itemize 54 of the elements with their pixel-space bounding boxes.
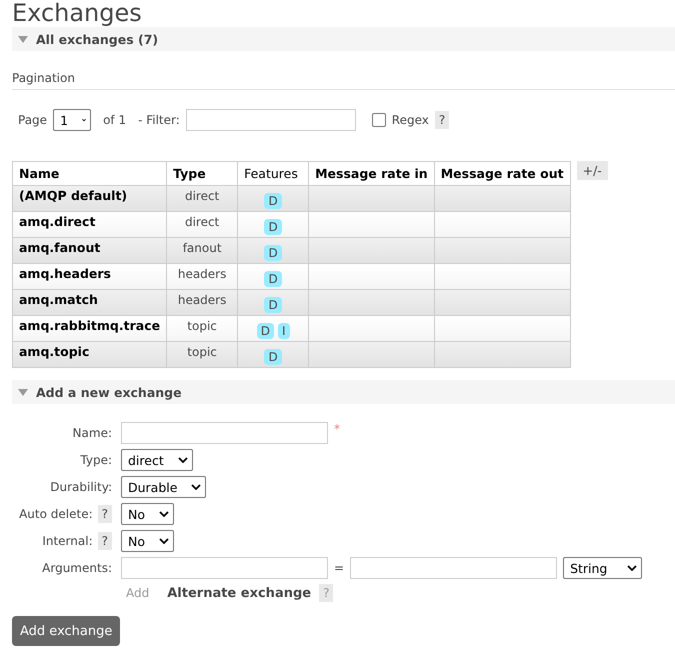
equals-sign: = [334, 561, 344, 575]
pagination-heading: Pagination [12, 71, 675, 90]
feature-badge: D [264, 270, 282, 286]
section-header[interactable]: Add a new exchange [12, 380, 675, 404]
dropdown[interactable]: No [121, 503, 174, 525]
dropdown[interactable]: Durable [121, 476, 206, 498]
feature-badge: D [264, 244, 282, 260]
help-button[interactable]: ? [434, 111, 450, 129]
field-label: Durability: [50, 480, 112, 494]
help-button[interactable]: ? [98, 505, 112, 523]
column-header: Name [12, 162, 167, 186]
field-label: Auto delete: [19, 507, 93, 521]
chevron-down-icon [159, 538, 169, 544]
dropdown[interactable]: No [121, 530, 174, 552]
column-header: Message rate out [434, 162, 570, 186]
collapse-triangle-icon[interactable] [18, 388, 28, 396]
type-cell: topic [166, 342, 238, 368]
feature-badge: I [278, 322, 290, 338]
dropdown[interactable]: direct [121, 449, 193, 471]
collapse-triangle-icon[interactable] [18, 36, 28, 42]
help-button[interactable]: ? [98, 532, 112, 550]
feature-badge: D [264, 296, 282, 312]
page-label: Page [18, 113, 48, 127]
name-cell[interactable]: amq.topic [12, 342, 167, 368]
page-title: Exchanges [12, 0, 143, 27]
field-label: Arguments: [42, 561, 112, 575]
regex-label: Regex [392, 113, 429, 127]
feature-badge: D [264, 348, 282, 364]
alternate-exchange-link[interactable]: Alternate exchange [167, 586, 312, 600]
feature-badge: D [264, 218, 282, 234]
field-label: Type: [80, 453, 112, 467]
argument-key-field[interactable] [121, 557, 328, 579]
page-count: of 1 [103, 113, 126, 127]
argument-value-field[interactable] [350, 557, 558, 579]
chevron-down-icon [178, 457, 188, 463]
columns-toggle-button[interactable]: +/- [576, 161, 608, 180]
argument-type-dropdown[interactable]: String [563, 557, 642, 579]
page-select[interactable]: 1 [53, 109, 92, 131]
required-mark: * [334, 422, 340, 436]
regex-checkbox[interactable] [372, 113, 386, 127]
feature-badge: D [264, 192, 282, 208]
chevron-down-icon [627, 565, 638, 571]
add-exchange-button[interactable]: Add exchange [12, 616, 120, 646]
column-header: Message rate in [308, 162, 434, 186]
chevron-down-icon [159, 511, 169, 517]
filter-field[interactable] [186, 109, 356, 131]
field-label: Name: [72, 426, 112, 440]
chevron-down-icon [191, 484, 202, 490]
chevron-down-icon [82, 117, 86, 123]
feature-badge: D [256, 322, 274, 338]
filter-label: - Filter: [138, 113, 180, 127]
section-header[interactable]: All exchanges (7) [12, 27, 675, 51]
name-field[interactable] [121, 422, 328, 444]
field-label: Internal: [42, 534, 93, 548]
